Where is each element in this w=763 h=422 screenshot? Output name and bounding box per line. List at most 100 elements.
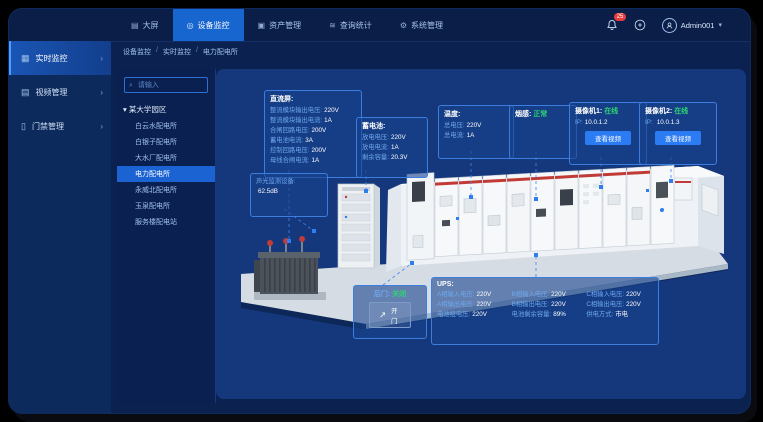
tree-item[interactable]: 玉泉配电所 (117, 198, 215, 214)
tab-label: 大屏 (143, 20, 159, 31)
switchgear-cabinets[interactable] (407, 159, 674, 260)
dc-row-label: 整流模块输出电流: (270, 117, 322, 124)
view-video-button[interactable]: 查看视频 (585, 131, 631, 145)
ups-row-label: A相输出电压: (437, 301, 474, 308)
main-content: 直流屏: 整流模块输出电压:220V 整流模块输出电流:1A 合闸回路电压:20… (216, 69, 746, 399)
tree-item-selected[interactable]: 电力配电所 (117, 166, 215, 182)
tab-device-monitoring[interactable]: ◎ 设备监控 (173, 9, 244, 41)
ups-row-value: 220V (626, 301, 641, 308)
battery-panel-title: 蓄电池: (362, 121, 422, 131)
tree-item[interactable]: 大水厂配电所 (117, 150, 215, 166)
monitor-grid-icon: ▦ (21, 53, 30, 64)
transformer[interactable] (254, 236, 326, 300)
dc-row-value: 1A (324, 117, 332, 124)
door-status: 关闭 (392, 291, 406, 298)
asset-icon: ▣ (258, 21, 266, 30)
user-menu[interactable]: Admin001 ▾ (662, 18, 722, 33)
door-title: 后门: (374, 291, 390, 298)
tree-search-box: ⌕ (124, 77, 208, 93)
tree-item[interactable]: 永威北配电所 (117, 182, 215, 198)
smoke-status: 正常 (533, 111, 547, 118)
open-door-label: 开门 (388, 305, 400, 325)
ups-row-label: 电池组电压: (437, 311, 470, 318)
tree-item[interactable]: 白银子配电所 (117, 134, 215, 150)
battery-row-value: 20.3V (391, 154, 407, 161)
tab-system-management[interactable]: ⚙ 系统管理 (386, 9, 457, 41)
username: Admin001 (681, 21, 715, 30)
tab-asset-management[interactable]: ▣ 资产管理 (244, 9, 316, 41)
video-camera-icon: ▤ (21, 87, 30, 98)
app-window: ▤ 大屏 ◎ 设备监控 ▣ 资产管理 ≋ 查询统计 ⚙ 系统管理 (8, 8, 751, 414)
sidebar-item-video-management[interactable]: ▤ 视频管理 › (9, 75, 111, 109)
notification-bell-icon[interactable]: 25 (606, 18, 620, 32)
ups-title: UPS: (437, 281, 653, 288)
stats-icon: ≋ (329, 21, 336, 30)
gear-icon: ⚙ (400, 21, 407, 30)
dc-row-label: 蓄电池电流: (270, 137, 303, 144)
battery-row-value: 220V (391, 134, 406, 141)
navbar-right: 25 Admin001 ▾ (606, 9, 722, 41)
breadcrumb-separator: / (196, 47, 198, 57)
camera2-panel: 摄像机2: 在线 IP:10.0.1.3 查看视频 (639, 102, 717, 165)
temperature-panel-title: 温度: (444, 109, 508, 119)
smoke-panel-title: 烟感: (515, 111, 531, 118)
chevron-right-icon: › (100, 122, 103, 131)
top-navbar: ▤ 大屏 ◎ 设备监控 ▣ 资产管理 ≋ 查询统计 ⚙ 系统管理 (9, 9, 750, 42)
view-video-button[interactable]: 查看视频 (655, 131, 701, 145)
avatar (662, 18, 677, 33)
tab-label: 资产管理 (269, 20, 301, 31)
tree-item[interactable]: 白云水配电所 (117, 118, 215, 134)
left-sidebar: ▦ 实时监控 › ▤ 视频管理 › ▯ 门禁管理 › (9, 41, 111, 413)
breadcrumb-item[interactable]: 设备监控 (123, 47, 151, 57)
temperature-row-value: 1A (467, 132, 475, 139)
sound-monitor-label: 声光监测设备: (256, 178, 296, 185)
ups-row-value: 220V (472, 311, 487, 318)
camera1-ip-label: IP: (575, 119, 583, 126)
battery-rack[interactable] (338, 184, 380, 268)
fullscreen-icon[interactable] (634, 18, 648, 32)
sidebar-item-label: 实时监控 (36, 53, 95, 64)
tab-dashboard[interactable]: ▤ 大屏 (117, 9, 173, 41)
chevron-right-icon: › (100, 88, 103, 97)
battery-row-label: 放电电流: (362, 144, 389, 151)
sidebar-item-access-control[interactable]: ▯ 门禁管理 › (9, 109, 111, 143)
camera1-status: 在线 (604, 108, 618, 115)
dc-row-value: 200V (312, 147, 327, 154)
breadcrumb-item-current: 电力配电所 (203, 47, 238, 57)
door-panel: 后门: 关闭 开门 (353, 285, 427, 339)
camera1-title: 摄像机1: (575, 108, 602, 115)
station-tree-panel: ⌕ ▾ 某大学园区 白云水配电所 白银子配电所 大水厂配电所 电力配电所 永威北… (117, 69, 216, 403)
dc-row-label: 合闸回路电压: (270, 127, 310, 134)
sidebar-item-realtime-monitoring[interactable]: ▦ 实时监控 › (9, 41, 111, 75)
dc-row-value: 220V (324, 107, 339, 114)
temperature-row-label: 总电流: (444, 132, 465, 139)
sound-monitor-panel: 声光监测设备: 62.5dB (250, 173, 328, 217)
camera2-ip: 10.0.1.3 (657, 119, 680, 126)
temperature-row-value: 220V (467, 122, 482, 129)
tree-item[interactable]: 服务楼配电站 (117, 214, 215, 230)
dc-row-label: 母线合闸电流: (270, 157, 310, 164)
breadcrumb: 设备监控 / 实时监控 / 电力配电所 (123, 47, 238, 57)
battery-row-label: 剩余容量: (362, 154, 389, 161)
breadcrumb-item[interactable]: 实时监控 (163, 47, 191, 57)
temperature-row-label: 总电压: (444, 122, 465, 129)
ups-row-label: C相输入电压: (586, 291, 624, 298)
sidebar-item-label: 门禁管理 (32, 121, 94, 132)
camera1-panel: 摄像机1: 在线 IP:10.0.1.2 查看视频 (569, 102, 647, 165)
ups-row-value: 市电 (615, 311, 628, 318)
open-door-button[interactable]: 开门 (369, 302, 411, 328)
ups-row-value: 89% (553, 311, 566, 318)
transformer-bushings (267, 236, 305, 252)
smoke-panel: 烟感: 正常 (509, 105, 577, 159)
search-icon: ⌕ (129, 82, 133, 89)
dc-row-value: 1A (312, 157, 320, 164)
dc-panel-title: 直流屏: (270, 94, 356, 104)
dc-row-value: 200V (312, 127, 327, 134)
door-icon: ▯ (21, 121, 26, 132)
search-input[interactable] (136, 81, 203, 90)
tab-label: 设备监控 (198, 20, 230, 31)
tree-root-node[interactable]: ▾ 某大学园区 (117, 101, 215, 118)
dc-panel: 直流屏: 整流模块输出电压:220V 整流模块输出电流:1A 合闸回路电压:20… (264, 90, 362, 178)
sound-monitor-value: 62.5dB (258, 188, 278, 195)
tab-query-statistics[interactable]: ≋ 查询统计 (315, 9, 386, 41)
